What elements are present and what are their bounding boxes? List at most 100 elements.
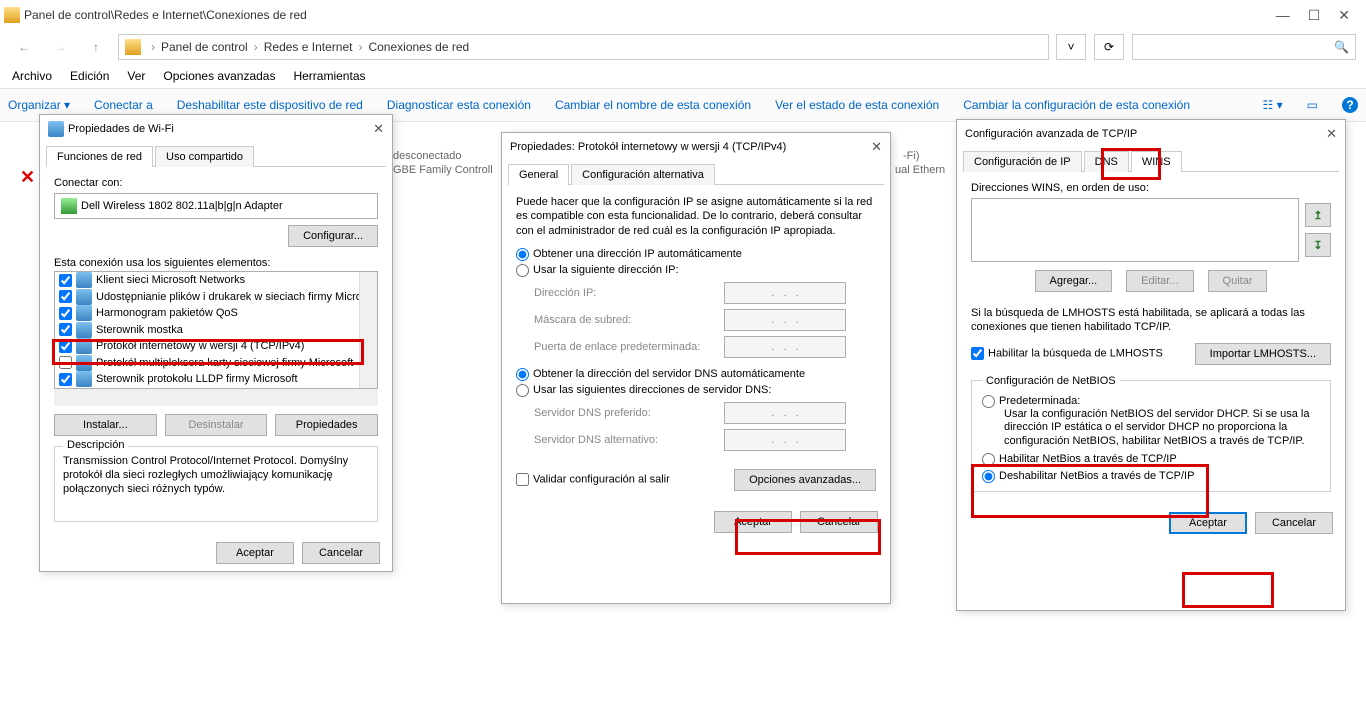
configure-button[interactable]: Configurar... — [288, 225, 378, 247]
components-listbox[interactable]: Klient sieci Microsoft Networks Udostępn… — [54, 271, 378, 389]
view-options-icon[interactable]: ☷ ▾ — [1263, 98, 1283, 112]
dialog-title: Configuración avanzada de TCP/IP — [965, 128, 1326, 140]
component-icon — [76, 322, 92, 338]
item-checkbox[interactable] — [59, 373, 72, 386]
list-item[interactable]: Protokół multipleksera karty sieciowej f… — [96, 357, 353, 369]
close-icon[interactable]: ✕ — [1326, 126, 1337, 142]
tab-ip-config[interactable]: Configuración de IP — [963, 151, 1082, 172]
component-icon — [76, 305, 92, 321]
item-checkbox[interactable] — [59, 356, 72, 369]
item-checkbox[interactable] — [59, 340, 72, 353]
install-button[interactable]: Instalar... — [54, 414, 157, 436]
item-checkbox[interactable] — [59, 290, 72, 303]
list-item[interactable]: Klient sieci Microsoft Networks — [96, 274, 245, 286]
add-button[interactable]: Agregar... — [1035, 270, 1113, 292]
close-icon[interactable]: ✕ — [871, 139, 882, 155]
connect-to-link[interactable]: Conectar a — [94, 98, 153, 112]
item-checkbox[interactable] — [59, 307, 72, 320]
menu-advanced[interactable]: Opciones avanzadas — [163, 69, 275, 83]
properties-button[interactable]: Propiedades — [275, 414, 378, 436]
chevron-right-icon: › — [151, 40, 155, 54]
breadcrumb[interactable]: Redes e Internet — [264, 40, 353, 54]
maximize-button[interactable]: ☐ — [1308, 7, 1321, 24]
component-icon — [76, 272, 92, 288]
advanced-tcpip-dialog: Configuración avanzada de TCP/IP ✕ Confi… — [956, 119, 1346, 611]
rename-link[interactable]: Cambiar el nombre de esta conexión — [555, 98, 751, 112]
component-icon — [76, 289, 92, 305]
back-button[interactable]: ← — [10, 35, 38, 59]
validate-checkbox[interactable]: Validar configuración al salir — [516, 473, 670, 486]
tab-dns[interactable]: DNS — [1084, 151, 1129, 172]
connect-with-label: Conectar con: — [54, 177, 378, 189]
tab-general[interactable]: General — [508, 164, 569, 185]
h-scrollbar[interactable] — [54, 388, 378, 406]
tab-sharing[interactable]: Uso compartido — [155, 146, 254, 167]
dns2-label: Servidor DNS alternativo: — [534, 434, 724, 446]
menu-tools[interactable]: Herramientas — [293, 69, 365, 83]
bg-nic1: GBE Family Controll — [393, 164, 493, 176]
dns-manual-radio[interactable]: Usar las siguientes direcciones de servi… — [516, 384, 771, 396]
diagnose-link[interactable]: Diagnosticar esta conexión — [387, 98, 531, 112]
refresh-button[interactable]: ⟳ — [1094, 34, 1124, 60]
component-icon — [76, 355, 92, 371]
help-icon[interactable]: ? — [1342, 97, 1358, 113]
minimize-button[interactable]: — — [1276, 7, 1290, 24]
netbios-disable-radio[interactable]: Deshabilitar NetBios a través de TCP/IP — [982, 470, 1194, 482]
bg-status: desconectado — [393, 150, 462, 162]
organize-dropdown[interactable]: Organizar ▾ — [8, 98, 70, 112]
advanced-button[interactable]: Opciones avanzadas... — [734, 469, 876, 491]
uninstall-button[interactable]: Desinstalar — [165, 414, 268, 436]
ip-auto-radio[interactable]: Obtener una dirección IP automáticamente — [516, 248, 742, 260]
menu-file[interactable]: Archivo — [12, 69, 52, 83]
preview-pane-icon[interactable]: ▭ — [1307, 98, 1318, 112]
import-lmhosts-button[interactable]: Importar LMHOSTS... — [1195, 343, 1331, 365]
list-item[interactable]: Udostępnianie plików i drukarek w siecia… — [96, 291, 367, 303]
forward-button[interactable]: → — [46, 35, 74, 59]
breadcrumb[interactable]: Panel de control — [161, 40, 248, 54]
wins-listbox[interactable] — [971, 198, 1299, 262]
item-checkbox[interactable] — [59, 274, 72, 287]
ok-button[interactable]: Aceptar — [1169, 512, 1247, 534]
address-dropdown[interactable]: ˅ — [1056, 34, 1086, 60]
disable-device-link[interactable]: Deshabilitar este dispositivo de red — [177, 98, 363, 112]
list-item[interactable]: Sterownik mostka — [96, 324, 183, 336]
close-button[interactable]: ✕ — [1338, 7, 1350, 24]
move-down-button[interactable]: ↧ — [1305, 233, 1331, 257]
wins-addresses-label: Direcciones WINS, en orden de uso: — [971, 182, 1331, 194]
netbios-legend: Configuración de NetBIOS — [982, 375, 1120, 387]
netbios-default-radio[interactable]: Predeterminada: — [982, 395, 1080, 407]
cancel-button[interactable]: Cancelar — [1255, 512, 1333, 534]
bg-nic2: ual Ethern — [895, 164, 945, 176]
breadcrumb[interactable]: Conexiones de red — [368, 40, 469, 54]
item-checkbox[interactable] — [59, 323, 72, 336]
address-bar[interactable]: › Panel de control › Redes e Internet › … — [118, 34, 1049, 60]
scrollbar[interactable] — [359, 272, 377, 388]
move-up-button[interactable]: ↥ — [1305, 203, 1331, 227]
ok-button[interactable]: Aceptar — [216, 542, 294, 564]
tab-wins[interactable]: WINS — [1131, 151, 1182, 172]
chevron-right-icon: › — [254, 40, 258, 54]
dns-auto-radio[interactable]: Obtener la dirección del servidor DNS au… — [516, 368, 805, 380]
menu-edit[interactable]: Edición — [70, 69, 109, 83]
status-link[interactable]: Ver el estado de esta conexión — [775, 98, 939, 112]
ok-button[interactable]: Aceptar — [714, 511, 792, 533]
close-icon[interactable]: ✕ — [373, 121, 384, 137]
tab-network-functions[interactable]: Funciones de red — [46, 146, 153, 167]
ip-manual-radio[interactable]: Usar la siguiente dirección IP: — [516, 264, 679, 276]
cancel-button[interactable]: Cancelar — [800, 511, 878, 533]
search-input[interactable]: 🔍 — [1132, 34, 1356, 60]
up-button[interactable]: ↑ — [82, 35, 110, 59]
tab-alt-config[interactable]: Configuración alternativa — [571, 164, 715, 185]
list-item-tcpipv4[interactable]: Protokół internetowy w wersji 4 (TCP/IPv… — [96, 340, 304, 352]
menu-view[interactable]: Ver — [127, 69, 145, 83]
adapter-icon — [61, 198, 77, 214]
remove-button[interactable]: Quitar — [1208, 270, 1268, 292]
list-item[interactable]: Harmonogram pakietów QoS — [96, 307, 238, 319]
cancel-button[interactable]: Cancelar — [302, 542, 380, 564]
settings-link[interactable]: Cambiar la configuración de esta conexió… — [963, 98, 1190, 112]
list-item[interactable]: Sterownik protokołu LLDP firmy Microsoft — [96, 373, 298, 385]
edit-button[interactable]: Editar... — [1126, 270, 1193, 292]
lmhosts-note: Si la búsqueda de LMHOSTS está habilitad… — [971, 306, 1331, 335]
lmhosts-checkbox[interactable]: Habilitar la búsqueda de LMHOSTS — [971, 347, 1163, 360]
netbios-enable-radio[interactable]: Habilitar NetBios a través de TCP/IP — [982, 453, 1177, 465]
